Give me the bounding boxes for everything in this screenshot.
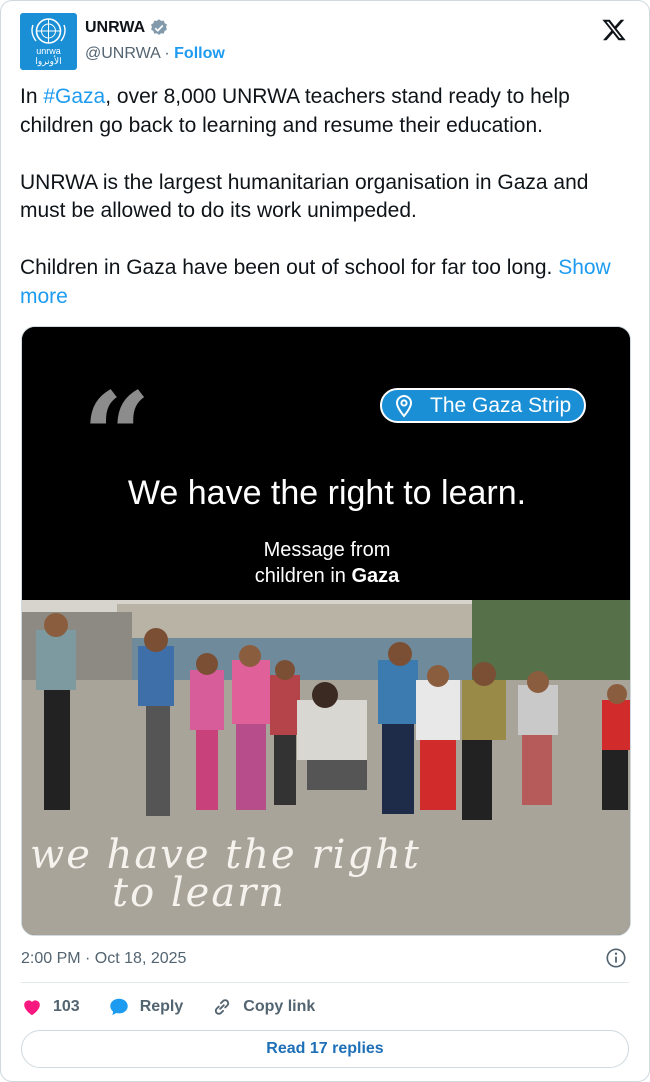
read-replies-label: Read 17 replies <box>266 1040 384 1057</box>
divider <box>21 982 629 983</box>
tweet-text-fragment: In <box>20 85 44 108</box>
handle-row: @UNRWA · Follow <box>85 45 225 67</box>
tweet-text: In #Gaza, over 8,000 UNRWA teachers stan… <box>20 83 632 311</box>
follow-button[interactable]: Follow <box>174 45 225 62</box>
avatar-logo-text: unrwa الأونروا <box>20 46 77 66</box>
tweet-card: unrwa الأونروا UNRWA @UNRWA · Follow In … <box>0 0 650 1082</box>
tweet-header: unrwa الأونروا UNRWA @UNRWA · Follow <box>20 13 633 71</box>
copy-link-button[interactable]: Copy link <box>211 996 315 1018</box>
location-pill: The Gaza Strip <box>380 388 586 423</box>
children-photo: we have the right to learn <box>22 600 630 935</box>
tweet-text-fragment: Children in Gaza have been out of school… <box>20 256 553 279</box>
handle[interactable]: @UNRWA <box>85 45 160 62</box>
tweet-paragraph-1: In #Gaza, over 8,000 UNRWA teachers stan… <box>20 83 632 140</box>
media-headline: We have the right to learn. <box>127 474 527 512</box>
media-subline: Message from children in Gaza <box>22 537 630 589</box>
display-name-row: UNRWA <box>85 17 225 39</box>
tweet-media[interactable]: “ The Gaza Strip We have the right to le… <box>21 326 631 936</box>
avatar[interactable]: unrwa الأونروا <box>20 13 77 70</box>
separator: · <box>164 45 170 62</box>
hashtag-link[interactable]: #Gaza <box>43 85 105 108</box>
link-icon <box>215 999 230 1015</box>
media-subline-2-bold: Gaza <box>351 565 400 587</box>
media-subline-1: Message from <box>263 539 391 561</box>
avatar-text-ar: الأونروا <box>35 56 62 66</box>
verified-badge-icon <box>151 19 168 35</box>
heart-icon <box>24 1000 40 1016</box>
copy-link-label: Copy link <box>243 998 316 1015</box>
media-subline-2-prefix: children in <box>254 565 352 587</box>
display-name[interactable]: UNRWA <box>85 19 145 37</box>
location-pin-icon <box>395 394 413 418</box>
x-logo-icon[interactable] <box>601 17 627 43</box>
tweet-paragraph-3: Children in Gaza have been out of school… <box>20 254 632 311</box>
location-pill-label: The Gaza Strip <box>430 393 572 417</box>
reply-label: Reply <box>139 998 184 1015</box>
like-button[interactable]: 103 <box>21 996 80 1018</box>
speech-bubble-icon <box>109 998 128 1016</box>
reply-button[interactable]: Reply <box>108 996 184 1018</box>
avatar-text-en: unrwa <box>36 46 61 56</box>
media-banner: “ The Gaza Strip We have the right to le… <box>22 327 630 600</box>
tweet-timestamp[interactable]: 2:00 PM · Oct 18, 2025 <box>21 950 186 968</box>
like-count: 103 <box>53 998 80 1015</box>
media-subline-2: children in Gaza <box>22 563 630 589</box>
tweet-paragraph-2: UNRWA is the largest humanitarian organi… <box>20 170 589 223</box>
read-replies-button[interactable]: Read 17 replies <box>21 1030 629 1068</box>
chalk-line-2: to learn <box>112 870 287 916</box>
info-icon[interactable] <box>605 947 627 969</box>
tweet-actions: 103 Reply Copy link <box>21 993 343 1021</box>
account-names: UNRWA @UNRWA · Follow <box>85 17 225 67</box>
